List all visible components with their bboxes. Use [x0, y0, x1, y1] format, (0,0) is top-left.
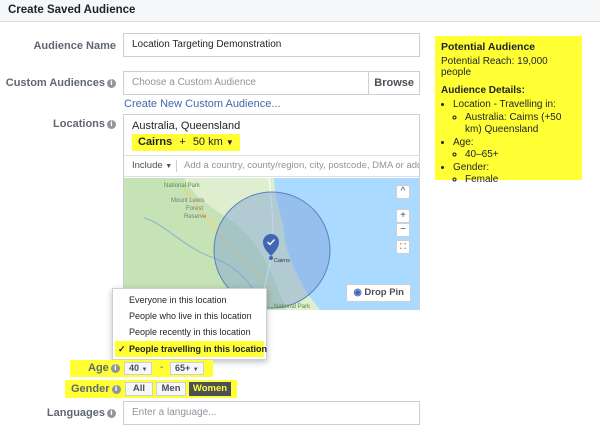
- language-input[interactable]: Enter a language...: [123, 401, 420, 425]
- menu-item-recently[interactable]: People recently in this location: [113, 324, 266, 340]
- custom-audiences-label: Custom Audiences i: [6, 77, 116, 89]
- audience-name-input[interactable]: Location Targeting Demonstration: [123, 33, 420, 57]
- detail-gender: Gender: Female: [453, 162, 578, 187]
- audience-name-label: Audience Name: [33, 40, 116, 52]
- map-label: National Park: [274, 304, 311, 310]
- gender-men-button[interactable]: Men: [156, 382, 186, 396]
- locations-box: Australia, Queensland Cairns + 50 km ▼ I…: [123, 114, 420, 310]
- gender-all-button[interactable]: All: [125, 382, 153, 396]
- include-dropdown[interactable]: Include ▼: [132, 156, 173, 176]
- custom-audience-input[interactable]: Choose a Custom Audience Browse: [123, 71, 420, 95]
- detail-gender-value: Female: [465, 174, 578, 187]
- radius-plus: +: [179, 136, 186, 148]
- menu-item-everyone[interactable]: Everyone in this location: [113, 292, 266, 308]
- include-row: Include ▼ Add a country, county/region, …: [124, 155, 419, 177]
- location-country: Australia, Queensland: [132, 120, 241, 132]
- browse-button[interactable]: Browse: [368, 72, 419, 94]
- age-row: Age i 40 ▼ - 65+ ▼: [70, 360, 213, 377]
- detail-location-value: Australia: Cairns (+50 km) Queensland: [465, 112, 578, 137]
- fullscreen-icon[interactable]: ⛶: [396, 240, 410, 254]
- info-icon[interactable]: i: [107, 409, 116, 418]
- chevron-down-icon: ▼: [141, 367, 148, 373]
- language-placeholder: Enter a language...: [132, 407, 217, 418]
- gender-women-button[interactable]: Women: [189, 382, 231, 396]
- chevron-down-icon: ▼: [165, 163, 173, 170]
- audience-details-title: Audience Details:: [441, 85, 525, 96]
- detail-age-value: 40–65+: [465, 149, 578, 162]
- map-label: National Park: [164, 183, 201, 189]
- create-custom-audience-link[interactable]: Create New Custom Audience...: [124, 98, 281, 110]
- menu-item-travelling[interactable]: ✓ People travelling in this location: [115, 341, 267, 357]
- location-search-input[interactable]: Add a country, county/region, city, post…: [184, 156, 419, 176]
- pin-dot: [269, 256, 273, 260]
- include-divider: [176, 160, 177, 172]
- gender-label: Gender i: [71, 383, 121, 395]
- age-label: Age i: [88, 362, 120, 374]
- info-icon[interactable]: i: [111, 385, 121, 394]
- map-label: Reserve: [184, 214, 207, 220]
- dialog-header: Create Saved Audience: [0, 0, 600, 22]
- radius-value[interactable]: 50 km: [193, 136, 223, 148]
- checkmark-icon: ✓: [118, 344, 126, 354]
- collapse-map-button[interactable]: ^: [396, 185, 410, 199]
- city-pill[interactable]: Cairns + 50 km ▼: [132, 134, 240, 151]
- info-icon[interactable]: i: [107, 120, 116, 129]
- dialog-title: Create Saved Audience: [8, 4, 136, 16]
- chevron-down-icon: ▼: [192, 367, 199, 373]
- menu-item-live[interactable]: People who live in this location: [113, 308, 266, 324]
- map-label: Forest: [186, 206, 203, 212]
- city-name: Cairns: [138, 136, 173, 148]
- audience-summary: Potential Audience Potential Reach: 19,0…: [435, 36, 582, 185]
- zoom-in-button[interactable]: +: [396, 209, 410, 223]
- map-label: Cairns: [274, 258, 290, 264]
- age-min-select[interactable]: 40 ▼: [124, 362, 153, 375]
- map-label: Mount Lewis: [171, 198, 205, 204]
- audience-details-list: Location - Travelling in: Australia: Cai…: [441, 99, 578, 187]
- gender-row: Gender i All Men Women: [65, 380, 237, 398]
- potential-reach: Potential Reach: 19,000 people: [441, 56, 548, 78]
- languages-label: Languages i: [47, 407, 116, 419]
- locations-label: Locations i: [53, 118, 116, 130]
- detail-age: Age: 40–65+: [453, 137, 578, 162]
- info-icon[interactable]: i: [110, 364, 120, 373]
- age-max-select[interactable]: 65+ ▼: [170, 362, 204, 375]
- custom-audience-placeholder: Choose a Custom Audience: [132, 77, 256, 88]
- summary-title: Potential Audience: [441, 41, 536, 53]
- audience-name-value: Location Targeting Demonstration: [132, 39, 282, 50]
- age-separator: -: [160, 362, 164, 373]
- zoom-out-button[interactable]: −: [396, 223, 410, 237]
- detail-location: Location - Travelling in: Australia: Cai…: [453, 99, 578, 137]
- drop-pin-button[interactable]: ◉ Drop Pin: [346, 284, 411, 302]
- location-type-menu: Everyone in this location People who liv…: [112, 288, 267, 360]
- drop-pin-icon: ◉: [353, 287, 362, 298]
- info-icon[interactable]: i: [107, 79, 116, 88]
- chevron-down-icon: ▼: [225, 138, 234, 147]
